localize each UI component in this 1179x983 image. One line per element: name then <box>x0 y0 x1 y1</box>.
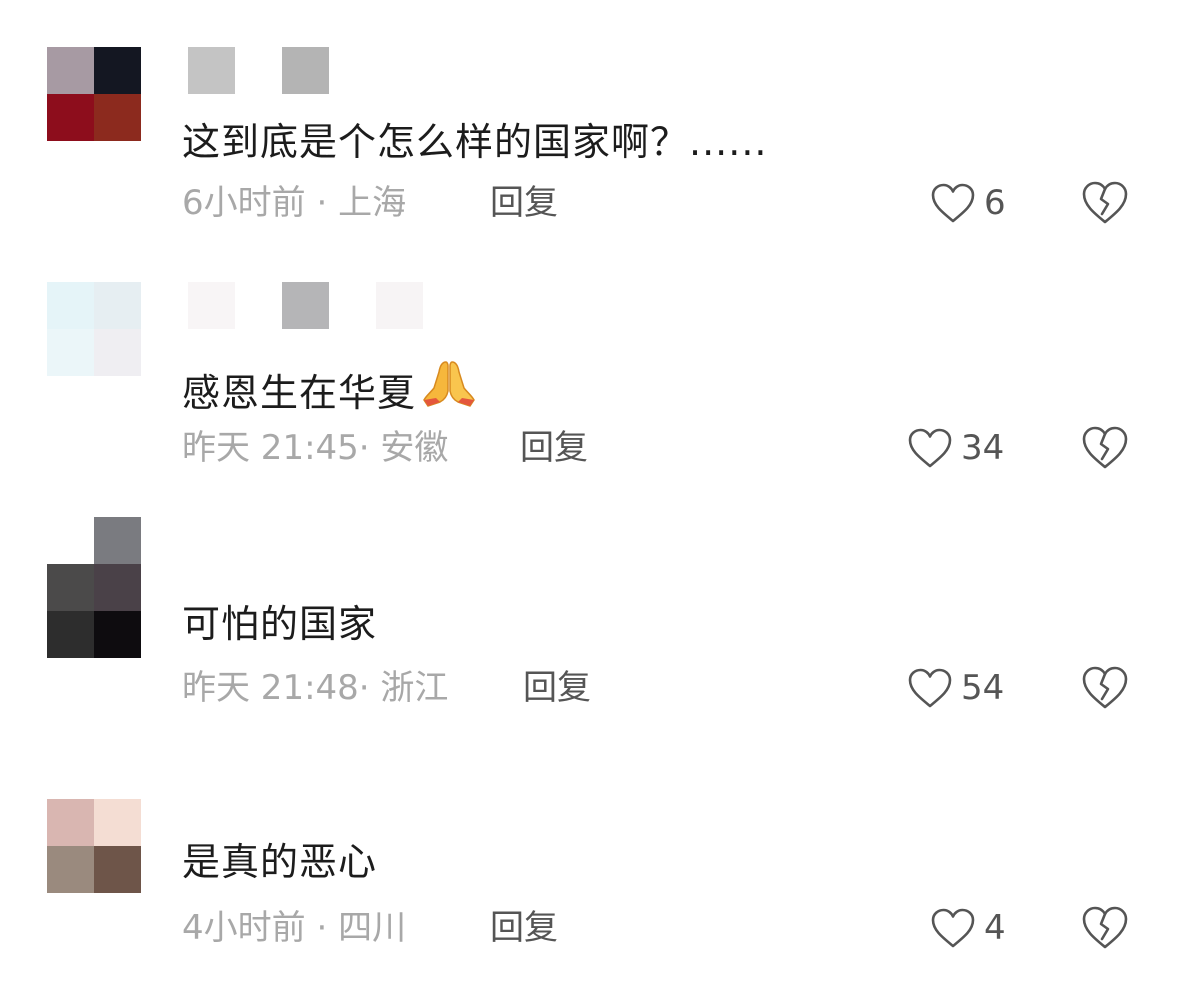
comment-time: 6小时前 <box>182 183 306 223</box>
comment-time: 昨天 21:45 <box>182 428 359 468</box>
comment-location: 上海 <box>338 183 407 223</box>
username-pixel <box>282 47 329 94</box>
avatar[interactable] <box>47 47 141 141</box>
comment-text: 这到底是个怎么样的国家啊？...... <box>182 120 768 164</box>
meta-separator: · <box>305 183 339 223</box>
meta-separator: · <box>358 668 381 708</box>
avatar-pixel <box>47 611 94 658</box>
avatar[interactable] <box>47 799 141 893</box>
like-count: 4 <box>984 908 1006 948</box>
comment-text: 感恩生在华夏 <box>182 358 478 420</box>
reply-button[interactable]: 回复 <box>523 667 591 709</box>
like-button[interactable]: 6 <box>930 180 1006 226</box>
comment-location: 浙江 <box>380 668 449 708</box>
avatar-pixel <box>94 846 141 893</box>
like-button[interactable]: 54 <box>907 665 1004 711</box>
heart-outline-icon <box>907 427 953 469</box>
username-pixelated[interactable] <box>188 282 470 329</box>
avatar-pixel <box>94 94 141 141</box>
comment-location: 四川 <box>338 908 407 948</box>
avatar-pixel <box>94 517 141 564</box>
comment-text: 是真的恶心 <box>182 840 378 884</box>
avatar-pixel <box>47 329 94 376</box>
comment-meta: 6小时前 · 上海 <box>182 182 406 224</box>
avatar-pixel <box>94 282 141 329</box>
avatar-pixel <box>94 329 141 376</box>
comment-time: 4小时前 <box>182 908 306 948</box>
avatar-pixel <box>47 799 94 846</box>
broken-heart-icon <box>1081 666 1129 715</box>
like-count: 34 <box>961 428 1005 468</box>
avatar[interactable] <box>47 517 141 658</box>
reply-button[interactable]: 回复 <box>490 182 558 224</box>
avatar[interactable] <box>47 282 141 376</box>
avatar-pixel <box>47 94 94 141</box>
avatar-pixel <box>94 611 141 658</box>
heart-outline-icon <box>930 182 976 224</box>
dislike-button[interactable] <box>1081 905 1129 951</box>
avatar-pixel <box>94 799 141 846</box>
broken-heart-icon <box>1081 906 1129 955</box>
heart-outline-icon <box>907 667 953 709</box>
meta-separator: · <box>358 428 381 468</box>
avatar-pixel <box>47 47 94 94</box>
like-button[interactable]: 34 <box>907 425 1004 471</box>
broken-heart-icon <box>1081 426 1129 475</box>
like-count: 6 <box>984 183 1006 223</box>
reply-button[interactable]: 回复 <box>520 427 588 469</box>
dislike-button[interactable] <box>1081 180 1129 226</box>
comment-meta: 昨天 21:45· 安徽 <box>182 427 448 469</box>
comment-location: 安徽 <box>380 428 449 468</box>
username-pixel <box>188 282 235 329</box>
heart-outline-icon <box>930 907 976 949</box>
avatar-pixel <box>47 564 94 611</box>
reply-button[interactable]: 回复 <box>490 907 558 949</box>
meta-separator: · <box>305 908 339 948</box>
dislike-button[interactable] <box>1081 425 1129 471</box>
folded-hands-emoji <box>420 358 478 420</box>
broken-heart-icon <box>1081 181 1129 230</box>
avatar-pixel <box>94 47 141 94</box>
avatar-pixel <box>94 564 141 611</box>
avatar-pixel <box>47 282 94 329</box>
comment-meta: 4小时前 · 四川 <box>182 907 406 949</box>
username-pixelated[interactable] <box>188 47 376 94</box>
comment-time: 昨天 21:48 <box>182 668 359 708</box>
avatar-pixel <box>47 517 94 564</box>
username-pixel <box>188 47 235 94</box>
username-pixel <box>376 282 423 329</box>
dislike-button[interactable] <box>1081 665 1129 711</box>
avatar-pixel <box>47 846 94 893</box>
comment-meta: 昨天 21:48· 浙江 <box>182 667 448 709</box>
like-button[interactable]: 4 <box>930 905 1006 951</box>
comment-text: 可怕的国家 <box>182 602 378 646</box>
like-count: 54 <box>961 668 1005 708</box>
username-pixel <box>282 282 329 329</box>
comment-text-content: 感恩生在华夏 <box>182 371 417 415</box>
